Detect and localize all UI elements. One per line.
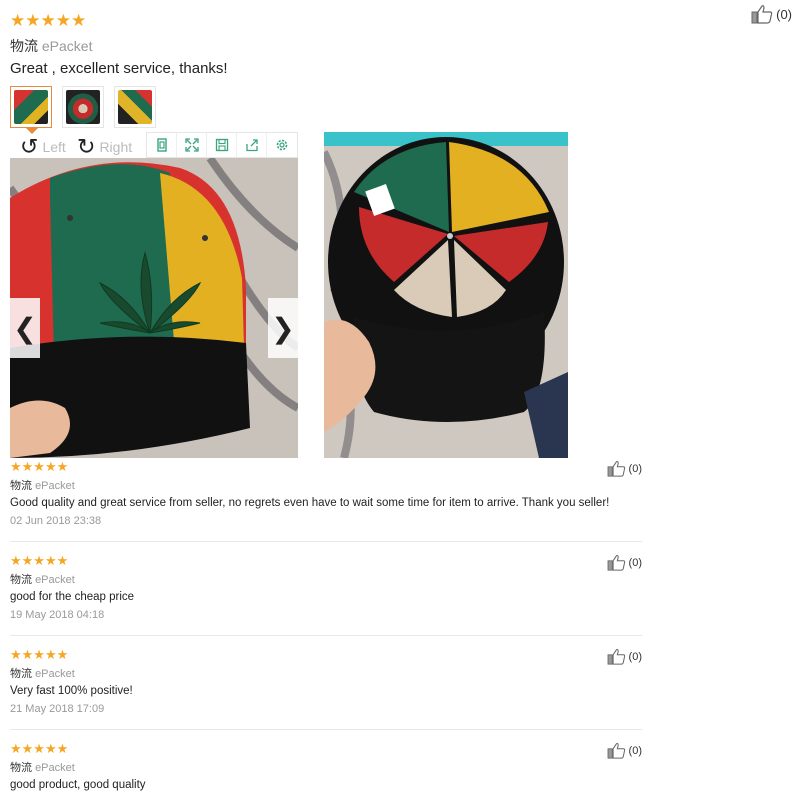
shipping-method: ePacket xyxy=(41,38,93,54)
rating-stars: ★★★★★ xyxy=(10,11,87,30)
review-item: ★★★★★ 物流 ePacket Good quality and great … xyxy=(10,460,642,542)
review-photo-second xyxy=(324,132,568,458)
review-text: good product, good quality xyxy=(10,779,146,791)
reviewer-name: 物流 xyxy=(10,668,32,680)
shipping-method: ePacket xyxy=(35,762,75,774)
cap-photo-front xyxy=(10,158,298,458)
like-count: (0) xyxy=(628,650,642,663)
review-text: Very fast 100% positive! xyxy=(10,685,133,697)
like-button[interactable]: (0) xyxy=(751,4,792,24)
rotate-left-button[interactable]: ↺ Left xyxy=(20,136,66,158)
reviewer-name: 物流 xyxy=(10,38,38,54)
review-photo-main xyxy=(10,158,298,458)
share-button[interactable] xyxy=(237,133,267,157)
reviewer-meta: 物流 ePacket xyxy=(10,759,75,775)
chevron-right-icon: ❯ xyxy=(271,312,295,344)
thumbnail-strip xyxy=(10,86,156,128)
previous-image-button[interactable]: ❮ xyxy=(10,298,40,358)
fullscreen-button[interactable] xyxy=(177,133,207,157)
review-text: good for the cheap price xyxy=(10,591,135,603)
rotate-left-icon: ↺ xyxy=(20,134,39,159)
thumbs-up-icon xyxy=(607,554,625,571)
like-button[interactable]: (0) xyxy=(607,554,642,571)
rating-stars: ★★★★★ xyxy=(10,553,69,568)
rotate-right-label: Right xyxy=(99,139,133,155)
thumbnail-2[interactable] xyxy=(62,86,104,128)
reviewer-name: 物流 xyxy=(10,762,32,774)
shipping-method: ePacket xyxy=(35,574,75,586)
reviewer-meta: 物流 ePacket xyxy=(10,571,75,587)
rotate-right-icon: ↻ xyxy=(77,134,96,159)
original-size-icon xyxy=(156,138,167,152)
rating-stars: ★★★★★ xyxy=(10,459,69,474)
review-text: Great , excellent service, thanks! xyxy=(10,60,228,77)
like-count: (0) xyxy=(628,556,642,569)
like-button[interactable]: (0) xyxy=(607,742,642,759)
thumbs-up-icon xyxy=(607,460,625,477)
thumbs-up-icon xyxy=(607,648,625,665)
settings-button[interactable] xyxy=(267,133,297,157)
chevron-left-icon: ❮ xyxy=(13,312,37,344)
review-item: ★★★★★ 物流 ePacket good for the cheap pric… xyxy=(10,554,642,636)
thumbs-up-icon xyxy=(607,742,625,759)
reviewer-name: 物流 xyxy=(10,574,32,586)
cap-thumbnail-image xyxy=(66,90,100,124)
reviewer-meta: 物流 ePacket xyxy=(10,477,75,493)
save-icon xyxy=(215,138,228,152)
thumbnail-1[interactable] xyxy=(10,86,52,128)
cap-photo-inside xyxy=(324,132,568,458)
next-image-button[interactable]: ❯ xyxy=(268,298,298,358)
shipping-method: ePacket xyxy=(35,668,75,680)
cap-thumbnail-image xyxy=(14,90,48,124)
thumbnail-3[interactable] xyxy=(114,86,156,128)
rotate-left-label: Left xyxy=(42,139,66,155)
reviewer-name: 物流 xyxy=(10,480,32,492)
save-image-button[interactable] xyxy=(207,133,237,157)
rotate-right-button[interactable]: ↻ Right xyxy=(77,136,132,158)
review-item: ★★★★★ 物流 ePacket good product, good qual… xyxy=(10,742,642,800)
review-text: Good quality and great service from sell… xyxy=(10,497,610,509)
review-date: 21 May 2018 17:09 xyxy=(10,703,105,715)
review-date: 19 May 2018 04:18 xyxy=(10,609,105,621)
review-item: ★★★★★ 物流 ePacket Very fast 100% positive… xyxy=(10,648,642,730)
image-viewer-toolbar xyxy=(146,132,298,158)
expand-icon xyxy=(184,138,199,152)
original-size-button[interactable] xyxy=(147,133,177,157)
gear-icon xyxy=(276,139,288,151)
reviewer-meta: 物流 ePacket xyxy=(10,665,75,681)
shipping-method: ePacket xyxy=(35,480,75,492)
rating-stars: ★★★★★ xyxy=(10,741,69,756)
like-count: (0) xyxy=(628,744,642,757)
like-button[interactable]: (0) xyxy=(607,460,642,477)
thumbs-up-icon xyxy=(751,5,773,24)
like-count: (0) xyxy=(628,462,642,475)
like-button[interactable]: (0) xyxy=(607,648,642,665)
cap-thumbnail-image xyxy=(118,90,152,124)
like-count: (0) xyxy=(776,6,792,22)
share-icon xyxy=(245,139,258,152)
reviewer-meta: 物流 ePacket xyxy=(10,36,92,56)
review-date: 02 Jun 2018 23:38 xyxy=(10,515,102,527)
rating-stars: ★★★★★ xyxy=(10,647,69,662)
